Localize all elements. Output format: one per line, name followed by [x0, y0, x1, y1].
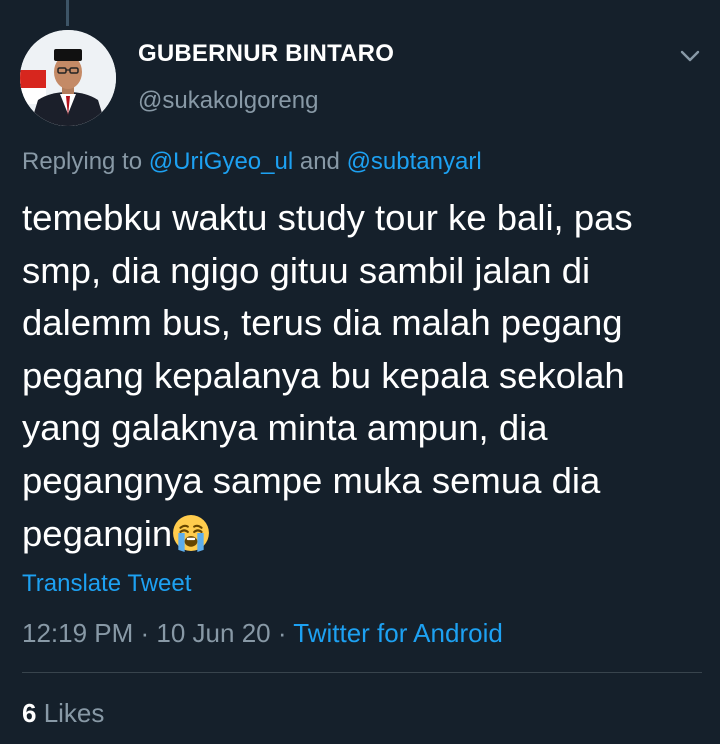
tweet-date[interactable]: 10 Jun 20 — [156, 618, 270, 648]
tweet-time[interactable]: 12:19 PM — [22, 618, 133, 648]
likes-label: Likes — [36, 698, 105, 728]
tweet-text-line: pegang kepalanya bu kepala sekolah — [22, 354, 625, 396]
tweet-detail: GUBERNUR BINTARO @sukakolgoreng Replying… — [0, 0, 720, 744]
thread-connector-line — [66, 0, 69, 26]
likes-count: 6 — [22, 698, 37, 728]
translate-tweet-link[interactable]: Translate Tweet — [22, 570, 191, 598]
author-display-name[interactable]: GUBERNUR BINTARO — [138, 40, 394, 68]
replying-joiner: and — [293, 148, 347, 175]
loudly-crying-face-icon — [173, 514, 210, 552]
tweet-source-link[interactable]: Twitter for Android — [293, 618, 503, 648]
replying-prefix: Replying to — [22, 148, 149, 175]
likes-stat[interactable]: 6 Likes — [22, 698, 104, 729]
tweet-text-line: pegangnya sampe muka semua dia — [22, 459, 601, 501]
tweet-text-last-line: pegangin — [22, 508, 712, 561]
avatar[interactable] — [20, 30, 116, 126]
tweet-text-line: smp, dia ngigo gituu sambil jalan di — [22, 249, 591, 291]
meta-separator: · — [270, 618, 294, 648]
divider — [22, 672, 702, 673]
meta-separator: · — [133, 618, 157, 648]
reply-mention-link[interactable]: @UriGyeo_ul — [149, 148, 293, 175]
tweet-text-line: temebku waktu study tour ke bali, pas — [22, 197, 633, 238]
tweet-text-line: pegangin — [22, 512, 173, 554]
tweet-text-line: dalemm bus, terus dia malah pegang — [22, 302, 623, 344]
author-handle[interactable]: @sukakolgoreng — [138, 87, 318, 115]
tweet-text-line: yang galaknya minta ampun, dia — [22, 407, 548, 449]
avatar-image — [20, 30, 116, 126]
tweet-text: temebku waktu study tour ke bali, pas sm… — [22, 192, 712, 560]
tweet-metadata: 12:19 PM · 10 Jun 20 · Twitter for Andro… — [22, 618, 503, 649]
chevron-down-icon[interactable] — [678, 44, 702, 68]
reply-mention-link[interactable]: @subtanyarl — [347, 148, 482, 175]
replying-to: Replying to @UriGyeo_ul and @subtanyarl — [22, 148, 482, 176]
